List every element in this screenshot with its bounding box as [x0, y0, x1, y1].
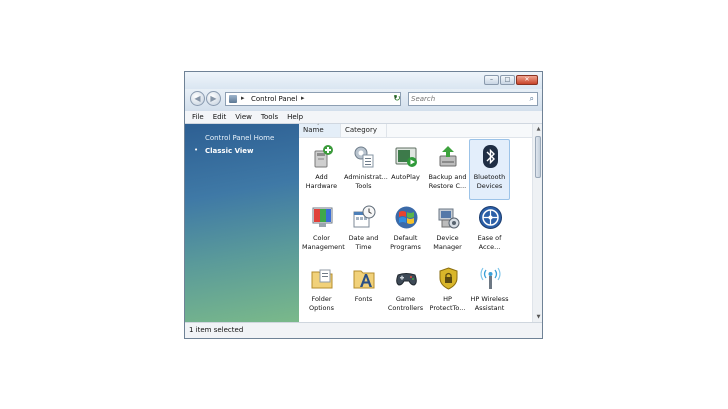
- back-button[interactable]: ◀: [190, 91, 205, 106]
- menu-edit[interactable]: Edit: [213, 111, 227, 123]
- breadcrumb-separator-icon[interactable]: ▸: [301, 94, 305, 102]
- status-text: 1 item selected: [189, 326, 244, 334]
- close-button[interactable]: ✕: [516, 75, 538, 85]
- refresh-icon: ↻: [393, 94, 401, 104]
- refresh-button[interactable]: ↻: [391, 92, 403, 106]
- item-label: AutoPlay: [391, 173, 420, 181]
- bullet-icon: •: [194, 146, 199, 154]
- scrollbar-thumb[interactable]: [535, 136, 541, 178]
- forward-arrow-icon: ▶: [210, 94, 217, 103]
- item-autoplay[interactable]: AutoPlay: [385, 139, 426, 200]
- item-label: Fonts: [354, 295, 373, 303]
- item-label: HP Wireless Assistant: [470, 295, 509, 312]
- minimize-button[interactable]: –: [484, 75, 499, 85]
- date-time-icon: [353, 205, 376, 228]
- item-hp-wireless-assistant[interactable]: HP Wireless Assistant: [469, 261, 510, 322]
- item-administrative-tools[interactable]: Administrat... Tools: [343, 139, 388, 200]
- item-add-hardware[interactable]: Add Hardware: [301, 139, 342, 200]
- column-category[interactable]: Category: [341, 124, 387, 137]
- item-ease-of-access[interactable]: Ease of Acce...: [469, 200, 510, 261]
- item-device-manager[interactable]: Device Manager: [427, 200, 468, 261]
- search-icon[interactable]: ⌕: [530, 94, 534, 104]
- item-label: Administrat... Tools: [344, 173, 388, 190]
- control-panel-home-link[interactable]: Control Panel Home: [205, 134, 274, 142]
- scroll-up-icon[interactable]: ▲: [533, 124, 542, 134]
- scroll-down-icon[interactable]: ▼: [533, 312, 542, 322]
- item-default-programs[interactable]: Default Programs: [385, 200, 426, 261]
- item-label: Color Management: [302, 234, 345, 251]
- item-hp-protecttools[interactable]: HP ProtectTo...: [427, 261, 468, 322]
- ease-of-access-icon: [479, 206, 502, 229]
- device-manager-icon: [438, 208, 460, 229]
- item-label: HP ProtectTo...: [429, 295, 466, 312]
- back-arrow-icon: ◀: [194, 94, 201, 103]
- icon-grid: Add Hardware Administrat... Tools AutoPl…: [301, 139, 531, 319]
- column-name-label: Name: [303, 126, 324, 134]
- item-game-controllers[interactable]: Game Controllers: [385, 261, 426, 322]
- color-management-icon: [312, 207, 333, 227]
- item-fonts[interactable]: Fonts: [343, 261, 384, 322]
- status-bar: 1 item selected: [185, 322, 542, 338]
- bluetooth-icon: [483, 145, 498, 168]
- item-label: Folder Options: [308, 295, 335, 312]
- item-date-time[interactable]: Date and Time: [343, 200, 384, 261]
- item-color-management[interactable]: Color Management: [301, 200, 345, 261]
- forward-button[interactable]: ▶: [206, 91, 221, 106]
- search-input[interactable]: [411, 94, 521, 104]
- menu-help[interactable]: Help: [287, 111, 303, 123]
- item-folder-options[interactable]: Folder Options: [301, 261, 342, 322]
- search-box[interactable]: ⌕: [408, 92, 538, 106]
- item-label: Date and Time: [348, 234, 379, 251]
- maximize-button[interactable]: □: [500, 75, 515, 85]
- item-label: Bluetooth Devices: [473, 173, 506, 190]
- column-header: Name ˄ Category: [299, 124, 542, 138]
- item-label: Ease of Acce...: [477, 234, 502, 251]
- task-pane: Control Panel Home • Classic View: [185, 124, 299, 322]
- breadcrumb-control-panel[interactable]: Control Panel: [251, 95, 297, 103]
- vertical-scrollbar[interactable]: ▲ ▼: [532, 124, 542, 322]
- menu-bar: File Edit View Tools Help: [185, 111, 542, 124]
- game-controllers-icon: [396, 273, 417, 286]
- classic-view-link[interactable]: Classic View: [205, 147, 254, 155]
- item-label: Default Programs: [390, 234, 421, 251]
- administrative-tools-icon: [354, 146, 374, 168]
- address-bar[interactable]: ▸ Control Panel ▸ ▾: [225, 92, 401, 106]
- menu-file[interactable]: File: [192, 111, 204, 123]
- folder-options-icon: [311, 269, 333, 289]
- default-programs-icon: [395, 206, 418, 229]
- item-bluetooth-devices[interactable]: Bluetooth Devices: [469, 139, 510, 200]
- navigation-bar: ◀ ▶ ▸ Control Panel ▸ ▾ ↻ ⌕: [185, 89, 542, 111]
- sort-ascending-icon: ˄: [317, 124, 320, 130]
- item-label: Game Controllers: [387, 295, 424, 312]
- column-name[interactable]: Name ˄: [299, 124, 341, 137]
- hp-wireless-icon: [480, 267, 501, 289]
- caption-buttons: – □ ✕: [484, 75, 538, 85]
- items-view: Name ˄ Category Add Hardware Administrat…: [299, 124, 542, 322]
- breadcrumb-separator-icon[interactable]: ▸: [241, 94, 245, 102]
- item-label: Device Manager: [433, 234, 462, 251]
- autoplay-icon: [395, 147, 417, 167]
- menu-tools[interactable]: Tools: [261, 111, 278, 123]
- hp-protecttools-icon: [439, 267, 458, 290]
- control-panel-icon: [229, 95, 237, 103]
- fonts-icon: [353, 270, 375, 289]
- menu-view[interactable]: View: [235, 111, 252, 123]
- backup-restore-icon: [439, 146, 457, 167]
- item-label: Add Hardware: [305, 173, 338, 190]
- column-category-label: Category: [345, 126, 377, 134]
- add-hardware-icon: [314, 145, 333, 168]
- item-backup-restore[interactable]: Backup and Restore C...: [427, 139, 468, 200]
- title-bar[interactable]: – □ ✕: [185, 72, 542, 90]
- control-panel-window: – □ ✕ ◀ ▶ ▸ Control Panel ▸ ▾ ↻ ⌕ File E…: [184, 71, 543, 339]
- item-label: Backup and Restore C...: [428, 173, 467, 190]
